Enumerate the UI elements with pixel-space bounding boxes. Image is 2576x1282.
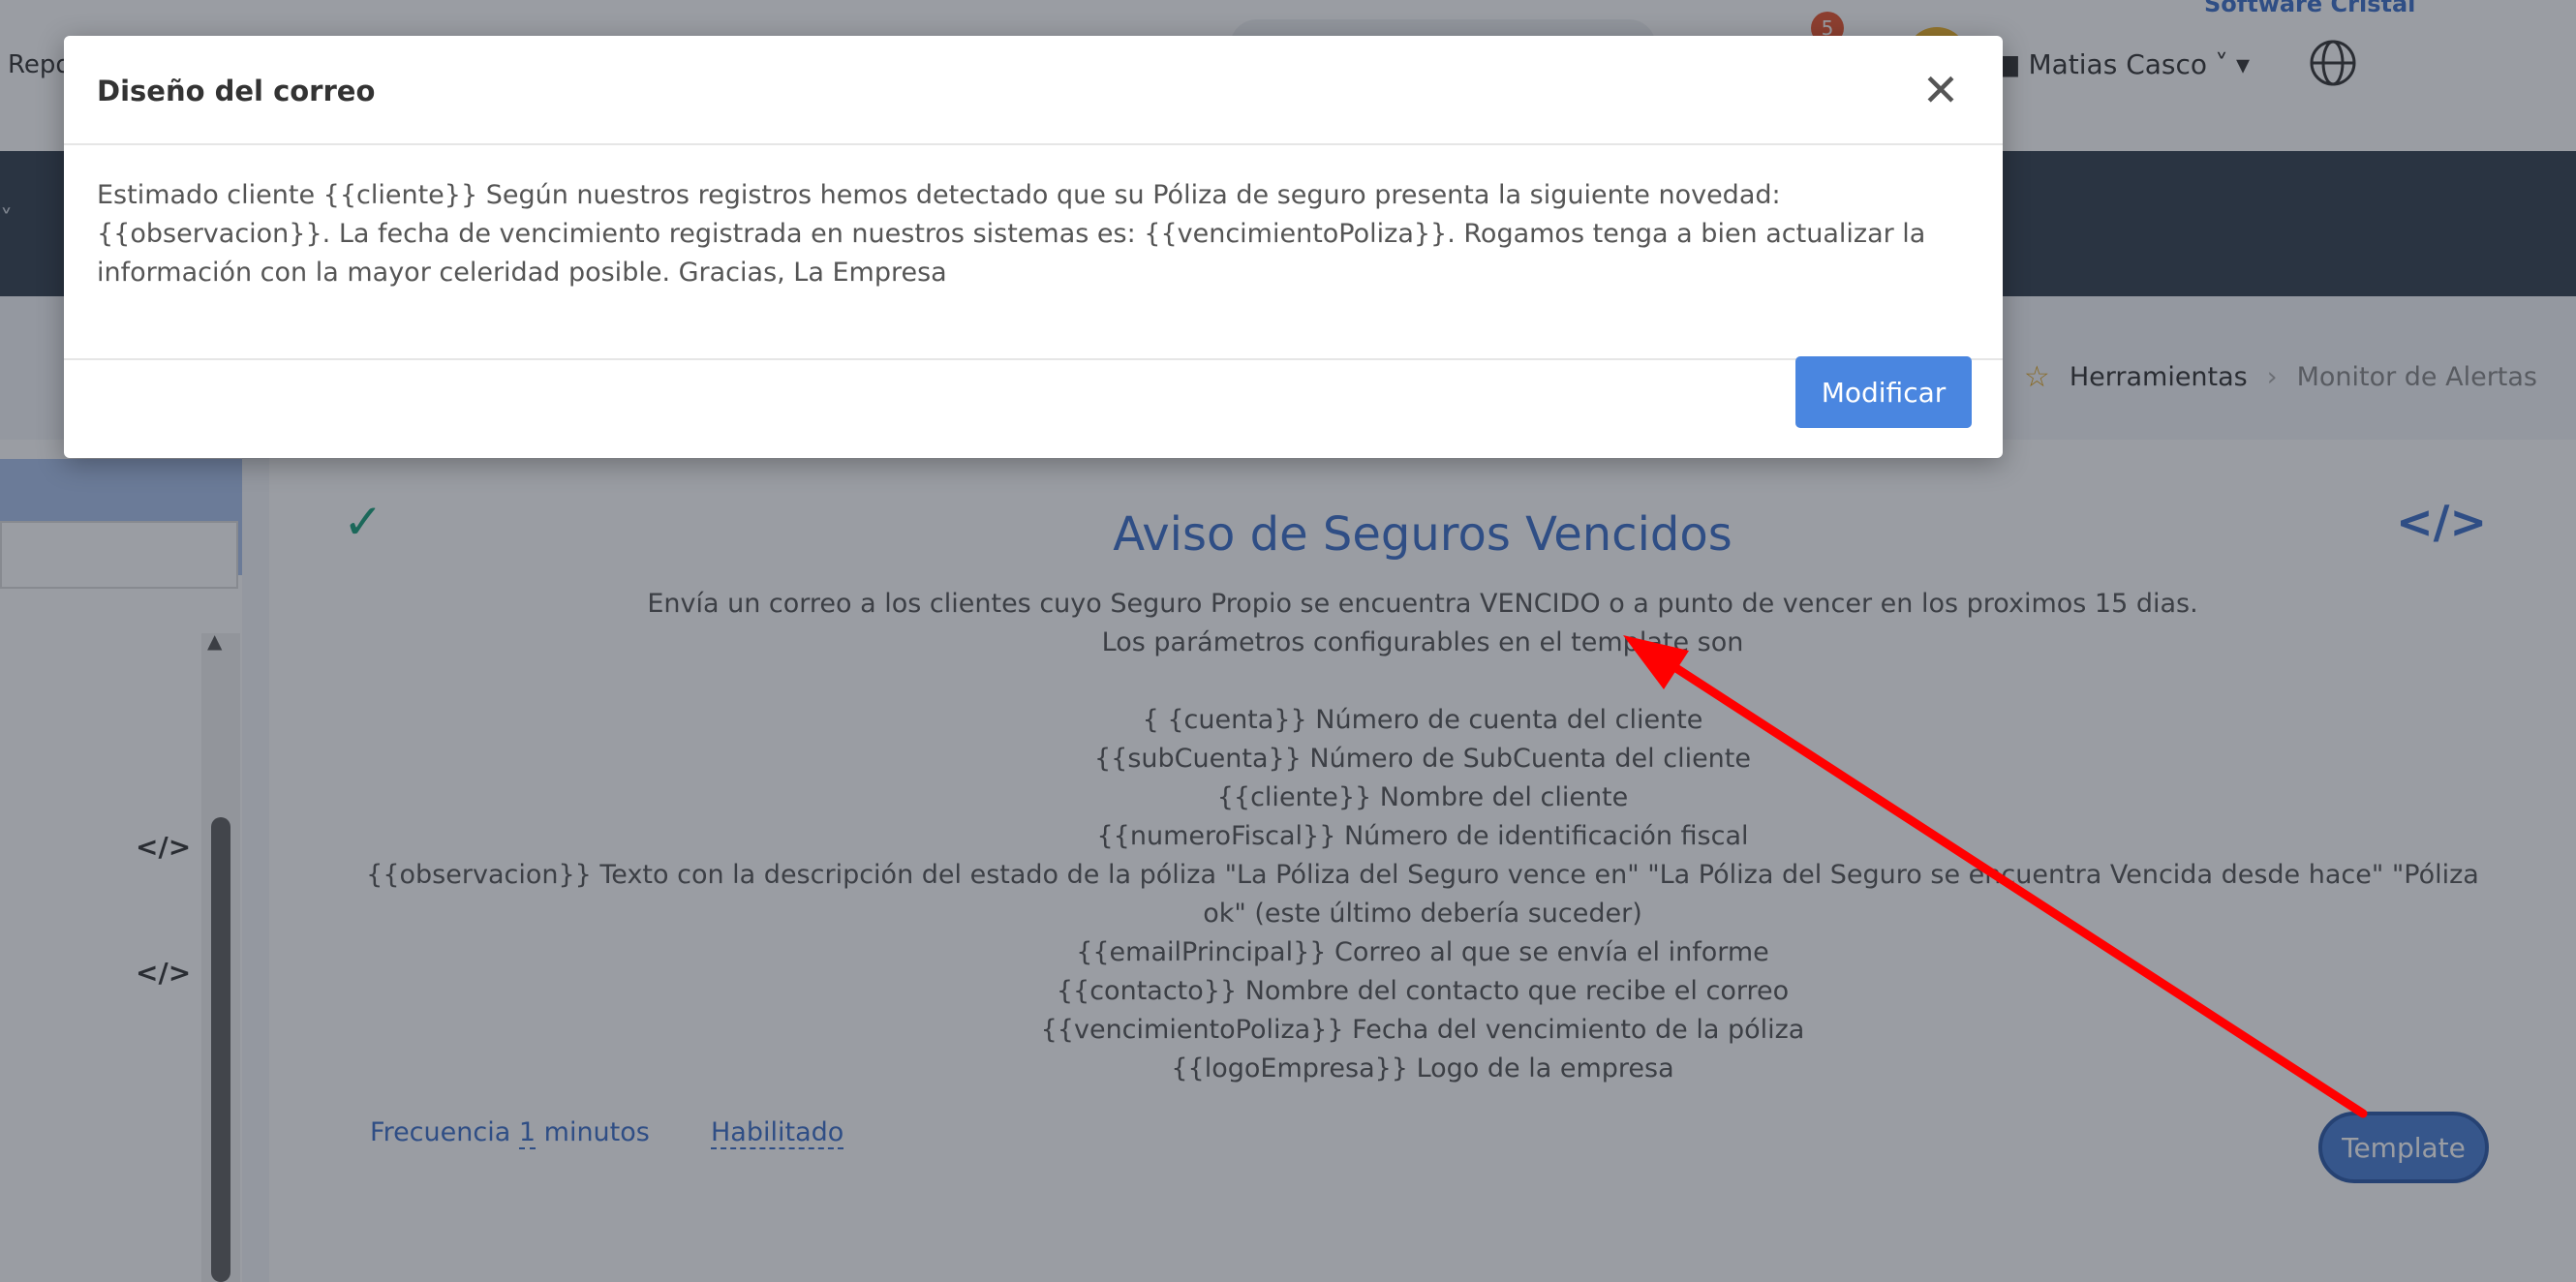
- modal-header: Diseño del correo ✕: [64, 36, 2003, 145]
- close-icon[interactable]: ✕: [1914, 63, 1968, 117]
- modal-title: Diseño del correo: [97, 75, 376, 107]
- modal-body: Estimado cliente {{cliente}} Según nuest…: [64, 145, 2003, 360]
- email-design-modal: Diseño del correo ✕ Estimado cliente {{c…: [64, 36, 2003, 458]
- modify-button[interactable]: Modificar: [1795, 356, 1972, 428]
